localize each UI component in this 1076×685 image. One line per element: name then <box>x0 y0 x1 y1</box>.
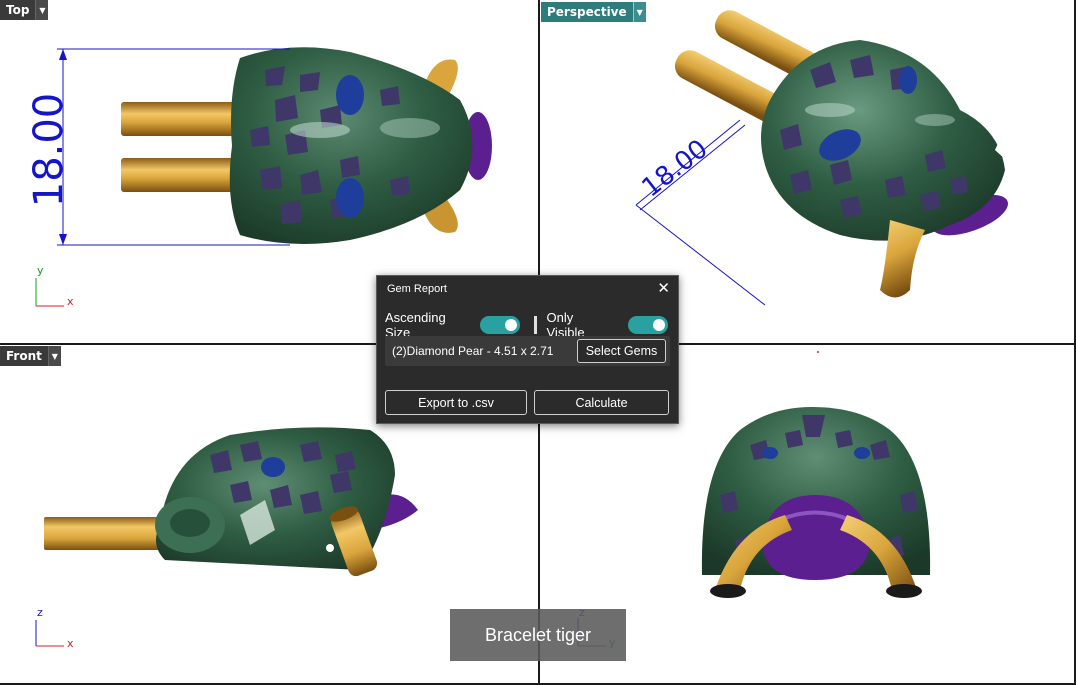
caption-overlay: Bracelet tiger <box>450 609 626 661</box>
ascending-size-toggle[interactable] <box>479 316 520 334</box>
chevron-down-icon[interactable]: ▼ <box>632 2 646 22</box>
viewport-tab-front-label: Front <box>6 349 42 363</box>
calculate-button[interactable]: Calculate <box>534 390 669 415</box>
viewport-tab-top[interactable]: Top ▼ <box>0 0 49 20</box>
perspective-dimension-text: 18.00 <box>637 134 714 203</box>
front-axis-x-label: x <box>67 637 74 650</box>
front-axis-z-label: z <box>37 606 43 619</box>
divider <box>533 316 537 334</box>
viewport-tab-top-label: Top <box>6 3 30 17</box>
chevron-down-icon[interactable]: ▼ <box>35 0 49 20</box>
viewport-tab-perspective[interactable]: Perspective ▼ <box>541 2 646 22</box>
gem-report-dialog: Gem Report ✕ Ascending Size Only Visible… <box>376 275 679 424</box>
only-visible-toggle[interactable] <box>628 316 668 334</box>
top-axis-x-label: x <box>67 295 74 308</box>
close-icon[interactable]: ✕ <box>657 279 670 297</box>
dialog-title: Gem Report <box>387 283 447 295</box>
export-csv-button[interactable]: Export to .csv <box>385 390 527 415</box>
viewport-tab-perspective-label: Perspective <box>547 5 627 19</box>
top-dimension-text: 18.00 <box>26 93 72 208</box>
chevron-down-icon[interactable]: ▼ <box>47 346 61 366</box>
gem-info-text: (2)Diamond Pear - 4.51 x 2.71 <box>392 344 554 358</box>
top-axis-y-label: y <box>37 264 44 277</box>
gem-list-item[interactable]: (2)Diamond Pear - 4.51 x 2.71 Select Gem… <box>385 336 670 366</box>
toggle-knob <box>504 319 517 331</box>
viewport-tab-front[interactable]: Front ▼ <box>0 346 61 366</box>
toggle-knob <box>652 319 665 331</box>
select-gems-button[interactable]: Select Gems <box>577 339 666 363</box>
